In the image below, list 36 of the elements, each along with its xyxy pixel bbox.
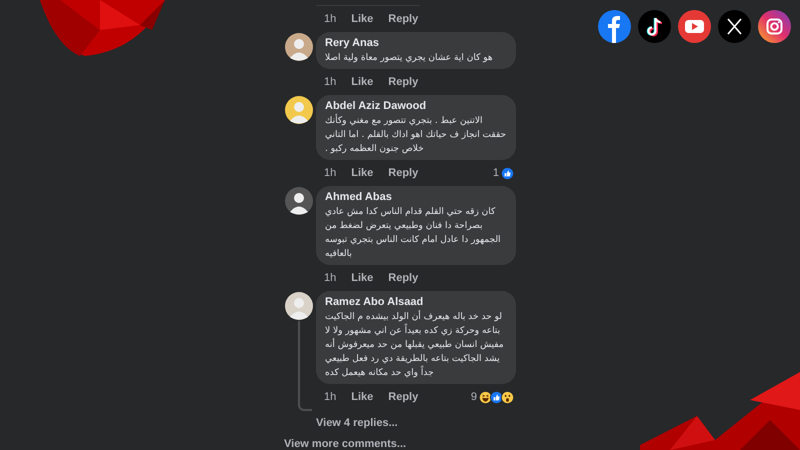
reply-link[interactable]: Reply xyxy=(388,10,418,28)
comment-time[interactable]: 1h xyxy=(324,388,336,406)
comment-text: لو حد خد باله هيعرف أن الولد بيشده م الجاكيت بتاعه وحركة زي كده بعيداً عن اني مشهور ولا لا مفيش انسان طبيعي يقبلها من حد ميعرفوش أنه يشد الجاكيت بتاعه بالطريقة دي رد فعل طبيعي جداً واي حد مكانه هيعمل كده xyxy=(325,310,505,380)
avatar[interactable] xyxy=(285,96,313,124)
comment-time[interactable]: 1h xyxy=(324,270,336,286)
reaction-count[interactable]: 1 xyxy=(492,164,499,182)
reply-link[interactable]: Reply xyxy=(388,164,418,182)
comment-author[interactable]: Ramez Abo Alsaad xyxy=(325,295,507,309)
avatar[interactable] xyxy=(285,33,313,61)
comment-time[interactable]: 1h xyxy=(324,164,336,182)
instagram-icon[interactable] xyxy=(758,10,791,43)
like-link[interactable]: Like xyxy=(351,270,374,286)
like-link[interactable]: Like xyxy=(351,10,374,28)
reaction-count[interactable]: 9 xyxy=(470,388,477,406)
x-icon[interactable] xyxy=(718,10,751,43)
comment-time[interactable]: 1h xyxy=(324,10,336,28)
comment-text: كان زقه حتي القلم قدام الناس كدا مش عادي بصراحة دا فنان وطبيعي يتعرض لضغط من الجمهور دا عادل امام كانت الناس بتجري تبوسه بالعافيه xyxy=(325,206,502,261)
facebook-icon[interactable] xyxy=(598,10,631,43)
like-link[interactable]: Like xyxy=(351,388,374,406)
reply-link[interactable]: Reply xyxy=(388,270,418,286)
comment-author[interactable]: Ahmed Abas xyxy=(325,190,507,204)
comment-author[interactable]: Abdel Aziz Dawood xyxy=(325,99,507,113)
like-link[interactable]: Like xyxy=(351,74,374,90)
reply-link[interactable]: Reply xyxy=(388,74,418,90)
comment-time[interactable]: 1h xyxy=(324,74,336,90)
tiktok-icon[interactable] xyxy=(638,10,671,43)
avatar[interactable] xyxy=(285,187,313,215)
comment-text: الاتنين عبط . بتجري تتصور مع مغني وكأنك حققت انجاز ف حياتك اهو اداك بالقلم . اما التاني خلاص جنون العظمه ركبو . xyxy=(325,114,507,156)
comment-text: هو كان اية عشان يجري يتصور معاة ولية اصلا xyxy=(325,52,494,65)
reply-link[interactable]: Reply xyxy=(388,388,418,406)
youtube-icon[interactable] xyxy=(678,10,711,43)
like-link[interactable]: Like xyxy=(351,164,374,182)
view-replies-link[interactable]: View 4 replies... xyxy=(316,415,398,431)
avatar[interactable] xyxy=(285,292,313,320)
view-more-comments-link[interactable]: View more comments... xyxy=(284,437,406,450)
comment-author[interactable]: Rery Anas xyxy=(325,36,507,50)
